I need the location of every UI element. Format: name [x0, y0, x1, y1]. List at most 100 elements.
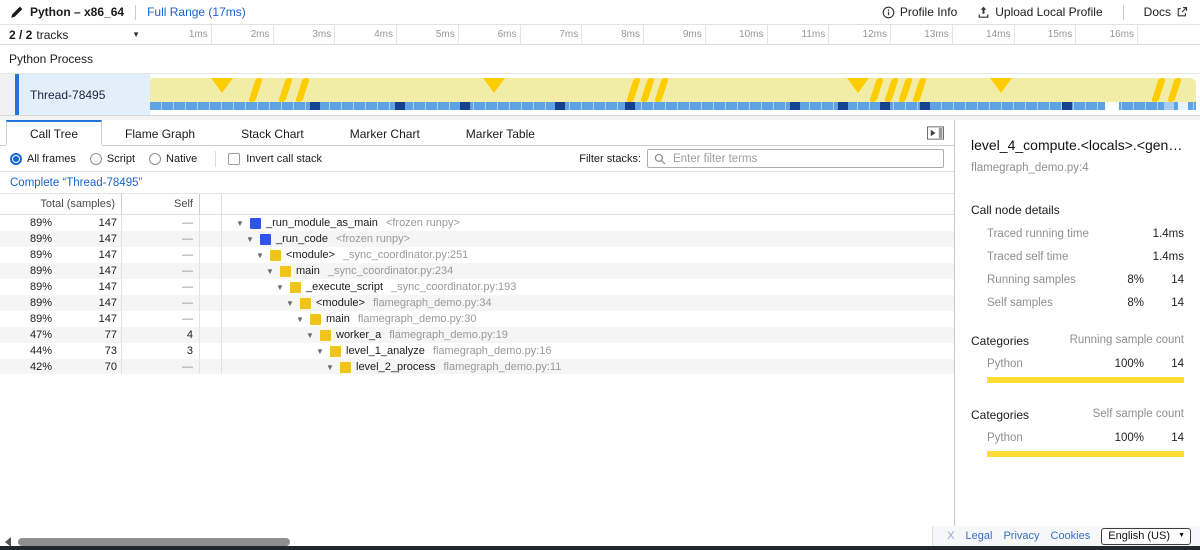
sample-dark-segment — [1062, 102, 1072, 110]
radio-native[interactable] — [149, 153, 161, 165]
call-tree-row[interactable]: 44%733▼level_1_analyzeflamegraph_demo.py… — [0, 343, 954, 359]
total-percent: 89% — [0, 281, 52, 293]
twisty-icon[interactable]: ▼ — [326, 363, 340, 372]
radio-script[interactable] — [90, 153, 102, 165]
detail-value: 1.4ms — [1144, 228, 1184, 240]
scroll-left-arrow-icon[interactable] — [5, 537, 11, 547]
twisty-icon[interactable]: ▼ — [266, 267, 280, 276]
ruler-tick: 7ms — [521, 25, 583, 44]
radio-script-label[interactable]: Script — [107, 153, 135, 165]
full-range-link[interactable]: Full Range (17ms) — [147, 5, 246, 19]
function-name: level_2_process — [356, 361, 436, 373]
radio-all-frames[interactable] — [10, 153, 22, 165]
invert-call-stack-checkbox[interactable] — [228, 153, 240, 165]
call-tree-row[interactable]: 89%147—▼<module>_sync_coordinator.py:251 — [0, 247, 954, 263]
tab-stack-chart[interactable]: Stack Chart — [218, 120, 327, 145]
sample-dark-segment — [460, 102, 470, 110]
call-tree-row[interactable]: 89%147—▼_run_module_as_main<frozen runpy… — [0, 215, 954, 231]
process-track-header[interactable]: Python Process — [0, 45, 1200, 74]
ruler-tick: 14ms — [953, 25, 1015, 44]
call-tree-row[interactable]: 89%147—▼main_sync_coordinator.py:234 — [0, 263, 954, 279]
footer-link-privacy[interactable]: Privacy — [1003, 530, 1039, 542]
file-location: flamegraph_demo.py:30 — [358, 313, 477, 325]
call-tree-row[interactable]: 89%147—▼_execute_script_sync_coordinator… — [0, 279, 954, 295]
filter-input-box — [647, 149, 944, 168]
profile-info-button[interactable]: Profile Info — [882, 5, 957, 19]
track-marker-tri — [483, 78, 505, 93]
tab-call-tree[interactable]: Call Tree — [6, 120, 102, 145]
track-marker-tri — [990, 78, 1012, 93]
thread-label[interactable]: Thread-78495 — [19, 74, 150, 115]
footer-link-cookies[interactable]: Cookies — [1051, 530, 1091, 542]
ruler-tick: 12ms — [829, 25, 891, 44]
total-percent: 89% — [0, 233, 52, 245]
total-percent: 44% — [0, 345, 52, 357]
detail-pct: 8% — [1096, 274, 1144, 286]
call-tree-row[interactable]: 47%774▼worker_aflamegraph_demo.py:19 — [0, 327, 954, 343]
radio-all-frames-label[interactable]: All frames — [27, 153, 76, 165]
ruler-tick: 1ms — [150, 25, 212, 44]
row-gutter — [200, 279, 222, 295]
track-marker-slash — [640, 78, 655, 102]
docs-button[interactable]: Docs — [1144, 5, 1188, 19]
filter-input[interactable] — [671, 152, 937, 166]
tracks-dropdown[interactable]: 2 / 2 tracks ▼ — [0, 25, 150, 44]
twisty-icon[interactable]: ▼ — [286, 299, 300, 308]
thread-track-canvas[interactable] — [150, 74, 1200, 115]
twisty-icon[interactable]: ▼ — [296, 315, 310, 324]
call-tree-row[interactable]: 42%70—▼level_2_processflamegraph_demo.py… — [0, 359, 954, 374]
twisty-icon[interactable]: ▼ — [306, 331, 320, 340]
call-tree-row[interactable]: 89%147—▼mainflamegraph_demo.py:30 — [0, 311, 954, 327]
detail-row: Traced running time 1.4ms — [971, 228, 1184, 240]
scrollbar-thumb[interactable] — [18, 538, 290, 546]
column-header-self[interactable]: Self — [122, 194, 200, 214]
window-bottom-edge — [0, 546, 1200, 550]
tab-marker-chart[interactable]: Marker Chart — [327, 120, 443, 145]
header-divider — [135, 5, 136, 20]
column-header-total[interactable]: Total (samples) — [0, 194, 122, 214]
thread-name: Thread-78495 — [30, 88, 105, 102]
twisty-icon[interactable]: ▼ — [276, 283, 290, 292]
detail-value: 14 — [1144, 297, 1184, 309]
timeline-ruler[interactable]: 1ms2ms3ms4ms5ms6ms7ms8ms9ms10ms11ms12ms1… — [150, 25, 1200, 44]
pencil-icon[interactable] — [10, 6, 23, 19]
sidebar-toggle-button[interactable] — [927, 126, 944, 140]
selected-node-file: flamegraph_demo.py:4 — [971, 162, 1184, 174]
call-tree-empty-space — [0, 374, 954, 533]
category-icon — [300, 298, 311, 309]
footer-link-legal[interactable]: Legal — [966, 530, 993, 542]
thread-track[interactable]: Thread-78495 — [0, 74, 1200, 115]
complete-thread-link[interactable]: Complete “Thread-78495” — [10, 177, 142, 189]
sample-dark-segment — [310, 102, 320, 110]
docs-label: Docs — [1144, 5, 1171, 19]
total-samples: 147 — [52, 231, 122, 247]
ruler-tick: 13ms — [891, 25, 953, 44]
twisty-icon[interactable]: ▼ — [256, 251, 270, 260]
call-node-details-heading: Call node details — [971, 203, 1184, 217]
category-icon — [260, 234, 271, 245]
tree-cell: ▼mainflamegraph_demo.py:30 — [222, 313, 954, 325]
call-tree-column-headers: Total (samples) Self — [0, 193, 954, 215]
twisty-icon[interactable]: ▼ — [316, 347, 330, 356]
categories-header: Categories Running sample count — [971, 334, 1184, 348]
tab-flame-graph[interactable]: Flame Graph — [102, 120, 218, 145]
invert-call-stack-label[interactable]: Invert call stack — [246, 153, 322, 165]
twisty-icon[interactable]: ▼ — [236, 219, 250, 228]
ruler-tick: 9ms — [644, 25, 706, 44]
twisty-icon[interactable]: ▼ — [246, 235, 260, 244]
language-select[interactable]: English (US) — [1101, 528, 1191, 545]
category-icon — [270, 250, 281, 261]
total-percent: 42% — [0, 361, 52, 373]
close-banner-button[interactable]: X — [947, 530, 954, 542]
upload-profile-button[interactable]: Upload Local Profile — [977, 5, 1102, 19]
tab-marker-table[interactable]: Marker Table — [443, 120, 558, 145]
function-name: _run_code — [276, 233, 328, 245]
tree-cell: ▼level_2_processflamegraph_demo.py:11 — [222, 361, 954, 373]
call-tree-row[interactable]: 89%147—▼<module>flamegraph_demo.py:34 — [0, 295, 954, 311]
call-tree-row[interactable]: 89%147—▼_run_code<frozen runpy> — [0, 231, 954, 247]
tree-cell: ▼<module>_sync_coordinator.py:251 — [222, 249, 954, 261]
tree-cell: ▼_run_code<frozen runpy> — [222, 233, 954, 245]
category-icon — [310, 314, 321, 325]
self-samples: 3 — [122, 343, 200, 359]
radio-native-label[interactable]: Native — [166, 153, 197, 165]
